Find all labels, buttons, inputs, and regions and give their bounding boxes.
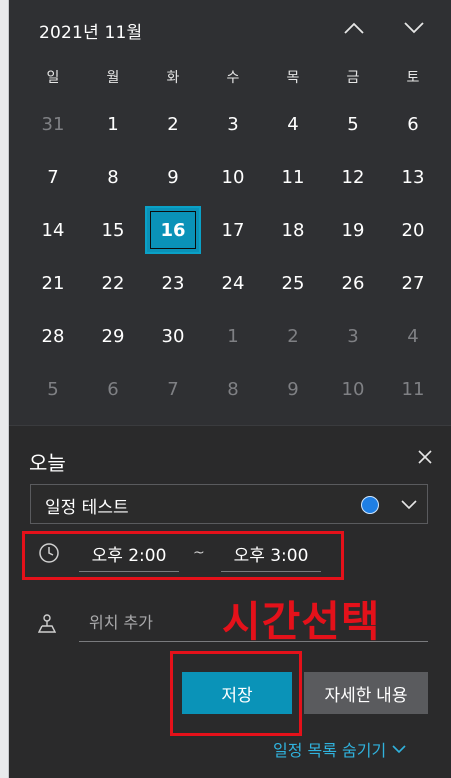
calendar-day[interactable]: 13	[391, 158, 435, 196]
calendar-day[interactable]: 1	[211, 317, 255, 355]
calendar-day[interactable]: 15	[91, 211, 135, 249]
calendar-day[interactable]: 5	[31, 370, 75, 408]
calendar-day[interactable]: 25	[271, 264, 315, 302]
event-name-input[interactable]	[43, 485, 347, 525]
calendar-day[interactable]: 10	[211, 158, 255, 196]
chevron-down-icon	[401, 500, 417, 510]
time-highlight-box	[22, 531, 344, 580]
calendar-day[interactable]: 30	[151, 317, 195, 355]
calendar-day[interactable]: 4	[271, 105, 315, 143]
calendar-day[interactable]: 5	[331, 105, 375, 143]
calendar-day[interactable]: 20	[391, 211, 435, 249]
calendar-day[interactable]: 4	[391, 317, 435, 355]
weekday-label: 목	[286, 70, 300, 86]
calendar-day[interactable]: 6	[91, 370, 135, 408]
close-icon	[418, 450, 432, 464]
save-highlight-box	[170, 651, 302, 736]
calendar-day[interactable]: 12	[331, 158, 375, 196]
calendar-day[interactable]: 27	[391, 264, 435, 302]
weekday-label: 금	[346, 70, 360, 86]
calendar-day[interactable]: 2	[151, 105, 195, 143]
calendar-day[interactable]: 24	[211, 264, 255, 302]
weekday-label: 일	[46, 70, 60, 86]
event-panel-title: 오늘	[29, 451, 66, 475]
calendar-day[interactable]: 29	[91, 317, 135, 355]
close-button[interactable]	[415, 447, 435, 467]
calendar-day[interactable]: 3	[211, 105, 255, 143]
calendar-day[interactable]: 3	[331, 317, 375, 355]
calendar-panel: 2021년 11월 일월화수목금토 31 1 2 3 4 5 6 7 8 9 10 11 12 13 14 1…	[9, 0, 451, 425]
location-pin-icon	[37, 612, 57, 634]
weekday-label: 수	[226, 70, 240, 86]
calendar-day[interactable]: 8	[91, 158, 135, 196]
calendar-day[interactable]: 18	[271, 211, 315, 249]
month-title[interactable]: 2021년 11월	[39, 18, 142, 43]
more-details-button[interactable]: 자세한 내용	[304, 672, 428, 714]
calendar-day[interactable]: 31	[31, 105, 75, 143]
event-name-box	[30, 484, 428, 525]
calendar-day[interactable]: 9	[151, 158, 195, 196]
calendar-day[interactable]: 19	[331, 211, 375, 249]
calendar-day[interactable]: 28	[31, 317, 75, 355]
background-window-strip	[0, 0, 9, 778]
calendar-day[interactable]: 9	[271, 370, 315, 408]
calendar-day[interactable]: 23	[151, 264, 195, 302]
calendar-day[interactable]: 22	[91, 264, 135, 302]
calendar-day[interactable]: 11	[271, 158, 315, 196]
annotation-text: 시간선택	[222, 597, 381, 646]
calendar-day[interactable]: 6	[391, 105, 435, 143]
calendar-day[interactable]: 11	[391, 370, 435, 408]
weekday-label: 토	[406, 70, 420, 86]
calendar-select-dropdown[interactable]	[399, 495, 419, 515]
calendar-day[interactable]: 14	[31, 211, 75, 249]
weekday-label: 화	[166, 70, 180, 86]
chevron-down-icon	[404, 22, 424, 34]
chevron-up-icon	[344, 22, 364, 34]
chevron-down-icon	[392, 745, 406, 754]
hide-event-list-link[interactable]: 일정 목록 숨기기	[273, 737, 406, 761]
calendar-day[interactable]: 1	[91, 105, 135, 143]
previous-month-button[interactable]	[339, 14, 369, 42]
calendar-day[interactable]: 8	[211, 370, 255, 408]
next-month-button[interactable]	[399, 14, 429, 42]
calendar-day[interactable]: 7	[151, 370, 195, 408]
calendar-day[interactable]: 2	[271, 317, 315, 355]
calendar-day[interactable]: 21	[31, 264, 75, 302]
calendar-color-dot[interactable]	[361, 496, 379, 514]
calendar-day[interactable]: 26	[331, 264, 375, 302]
calendar-day[interactable]: 10	[331, 370, 375, 408]
calendar-day[interactable]: 7	[31, 158, 75, 196]
weekday-label: 월	[106, 70, 120, 86]
hide-event-list-label: 일정 목록 숨기기	[273, 741, 387, 760]
calendar-day-today[interactable]: 16	[145, 206, 201, 254]
calendar-day[interactable]: 17	[211, 211, 255, 249]
